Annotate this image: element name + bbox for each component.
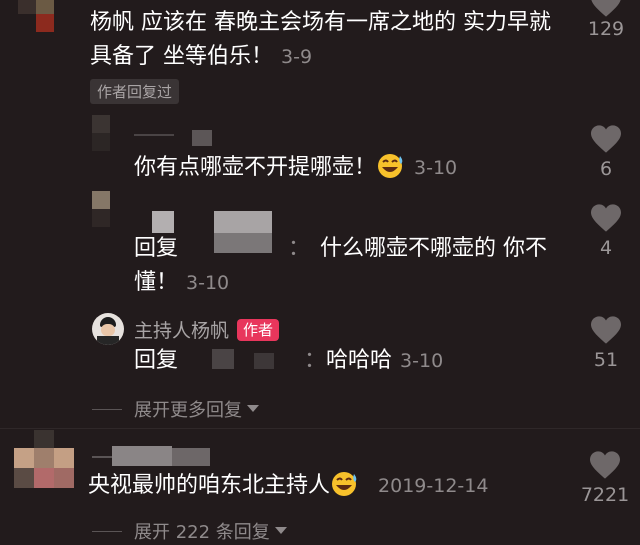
caret-down-icon [274,527,287,534]
like-count: 51 [593,349,619,371]
divider-line [92,408,122,410]
like-count: 129 [587,18,625,40]
like-button[interactable]: 7221 [572,450,638,506]
expand-more-replies[interactable]: 展开更多回复 [92,396,260,422]
reply-date: 3-10 [414,157,458,179]
heart-icon [591,0,621,17]
reply-text: 回复 ：哈哈哈 3-10 [134,348,444,373]
like-count: 7221 [580,484,630,506]
grin-sweat-emoji [332,472,357,496]
heart-icon [591,204,621,232]
reply-username[interactable] [134,130,214,146]
reply-like-button[interactable]: 4 [576,203,636,259]
expand-replies[interactable]: 展开 222 条回复 [92,518,288,544]
grin-sweat-emoji [378,154,403,178]
comment-username-blur[interactable] [92,446,212,466]
reply-like-button[interactable]: 51 [576,315,636,371]
reply-date: 3-10 [400,350,444,372]
heart-icon [590,451,620,479]
divider-line [92,530,122,532]
reply-avatar[interactable] [92,191,128,227]
author-badge: 作者 [237,318,280,341]
avatar[interactable] [14,430,76,490]
reply-like-button[interactable]: 6 [576,124,636,180]
like-count: 4 [599,237,613,259]
reply-date: 3-10 [186,272,230,294]
caret-down-icon [247,405,259,412]
author-replied-tag: 作者回复过 [90,79,180,104]
reply-avatar[interactable] [92,115,128,151]
reply-text: 回复：什么哪壶不哪壶的 你不懂！ 3-10 [134,236,548,295]
author-avatar[interactable] [92,313,124,345]
reply-text: 你有点哪壶不开提哪壶！ 3-10 [134,154,458,180]
like-count: 6 [599,158,613,180]
heart-icon [591,316,621,344]
comment-divider [0,428,640,429]
comment-text: 杨帆 应该在 春晚主会场有一席之地的 实力早就具备了 坐等伯乐！ 3-9 [90,10,551,69]
comment-date: 3-9 [281,46,313,68]
author-username[interactable]: 主持人杨帆 [134,316,229,343]
comment-text: 央视最帅的咱东北主持人 2019-12-14 [88,472,489,498]
avatar[interactable] [18,0,74,34]
like-button[interactable]: 129 [576,0,636,40]
heart-icon [591,125,621,153]
comment-date: 2019-12-14 [378,475,489,497]
